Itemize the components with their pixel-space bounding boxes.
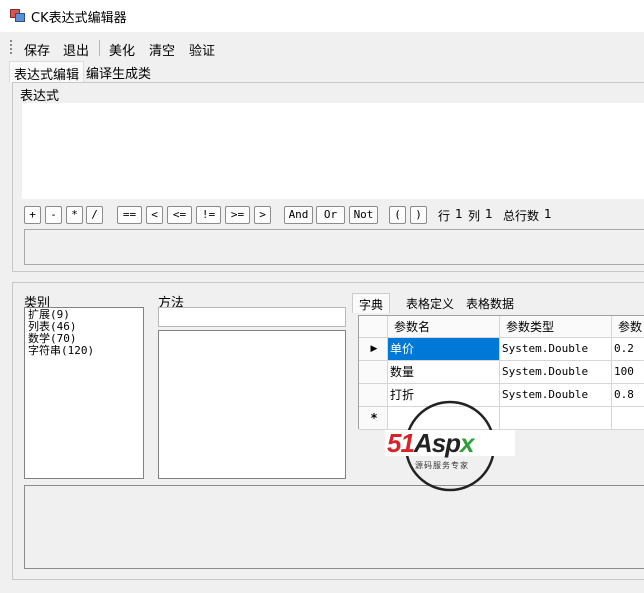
grid-header-value[interactable]: 参数	[612, 316, 644, 338]
menu-exit[interactable]: 退出	[63, 40, 89, 59]
op-less-button[interactable]: <	[146, 206, 163, 224]
tab-compile-class[interactable]: 编译生成类	[86, 63, 151, 82]
grid-row-indicator[interactable]: ▶	[359, 338, 388, 361]
op-greater-equal-button[interactable]: >=	[225, 206, 250, 224]
grid-cell-type-2[interactable]: System.Double	[500, 384, 612, 407]
grid-cell-type-0[interactable]: System.Double	[500, 338, 612, 361]
tab-table-definition[interactable]: 表格定义	[400, 293, 460, 313]
grid-cell-value-0[interactable]: 0.2	[612, 338, 644, 361]
op-equal-button[interactable]: ==	[117, 206, 142, 224]
app-icon	[10, 9, 25, 22]
tab-expression-edit[interactable]: 表达式编辑	[9, 61, 85, 83]
watermark-brand: 51Aspx	[387, 428, 475, 458]
row-value: 1	[455, 207, 463, 221]
menu-clear[interactable]: 清空	[149, 40, 175, 59]
watermark-tagline: 源码服务专家	[415, 461, 469, 470]
expression-group-label: 表达式	[20, 89, 60, 104]
total-rows-label: 总行数	[503, 209, 540, 223]
grid-row-header[interactable]	[359, 384, 388, 407]
watermark-logo: 51Aspx 源码服务专家	[385, 400, 515, 492]
grid-new-row-value[interactable]	[612, 407, 644, 430]
tab-expression-edit-label: 表达式编辑	[14, 68, 80, 83]
category-list[interactable]: 扩展(9) 列表(46) 数学(70) 字符串(120)	[24, 307, 144, 479]
expression-status-box	[24, 229, 644, 265]
op-less-equal-button[interactable]: <=	[167, 206, 192, 224]
menu-separator	[99, 40, 100, 56]
tab-dictionary-label: 字典	[359, 298, 384, 312]
op-plus-button[interactable]: +	[24, 206, 41, 224]
grid-new-row-type[interactable]	[500, 407, 612, 430]
op-or-button[interactable]: Or	[316, 206, 345, 224]
grid-header-name[interactable]: 参数名	[388, 316, 500, 338]
tab-dictionary[interactable]: 字典	[352, 293, 391, 313]
col-value: 1	[485, 207, 493, 221]
grid-cell-type-1[interactable]: System.Double	[500, 361, 612, 384]
toolbar-grip	[10, 40, 12, 54]
tab-table-data[interactable]: 表格数据	[460, 293, 520, 313]
grid-row-header[interactable]	[359, 361, 388, 384]
row-label: 行	[438, 209, 451, 223]
grid-corner	[359, 316, 388, 338]
grid-cell-name-0[interactable]: 单价	[388, 338, 500, 361]
description-box	[24, 485, 644, 569]
grid-cell-value-1[interactable]: 100	[612, 361, 644, 384]
method-list[interactable]	[158, 330, 346, 479]
method-search-input[interactable]	[158, 307, 346, 327]
menu-save[interactable]: 保存	[24, 40, 50, 59]
category-item-string[interactable]: 字符串(120)	[28, 345, 140, 357]
total-rows-value: 1	[544, 207, 552, 221]
window-title: CK表达式编辑器	[31, 11, 127, 26]
op-not-button[interactable]: Not	[349, 206, 378, 224]
menu-beautify[interactable]: 美化	[109, 40, 135, 59]
op-not-equal-button[interactable]: !=	[196, 206, 221, 224]
grid-cell-value-2[interactable]: 0.8	[612, 384, 644, 407]
col-label: 列	[468, 209, 481, 223]
grid-header-type[interactable]: 参数类型	[500, 316, 612, 338]
op-multiply-button[interactable]: *	[66, 206, 83, 224]
menu-validate[interactable]: 验证	[189, 40, 215, 59]
menu-bar	[0, 34, 644, 60]
op-close-paren-button[interactable]: )	[410, 206, 427, 224]
op-open-paren-button[interactable]: (	[389, 206, 406, 224]
op-minus-button[interactable]: -	[45, 206, 62, 224]
grid-cell-name-1[interactable]: 数量	[388, 361, 500, 384]
op-and-button[interactable]: And	[284, 206, 313, 224]
expression-editor[interactable]	[22, 103, 644, 199]
op-divide-button[interactable]: /	[86, 206, 103, 224]
op-greater-button[interactable]: >	[254, 206, 271, 224]
grid-new-row-marker[interactable]: *	[359, 407, 388, 430]
